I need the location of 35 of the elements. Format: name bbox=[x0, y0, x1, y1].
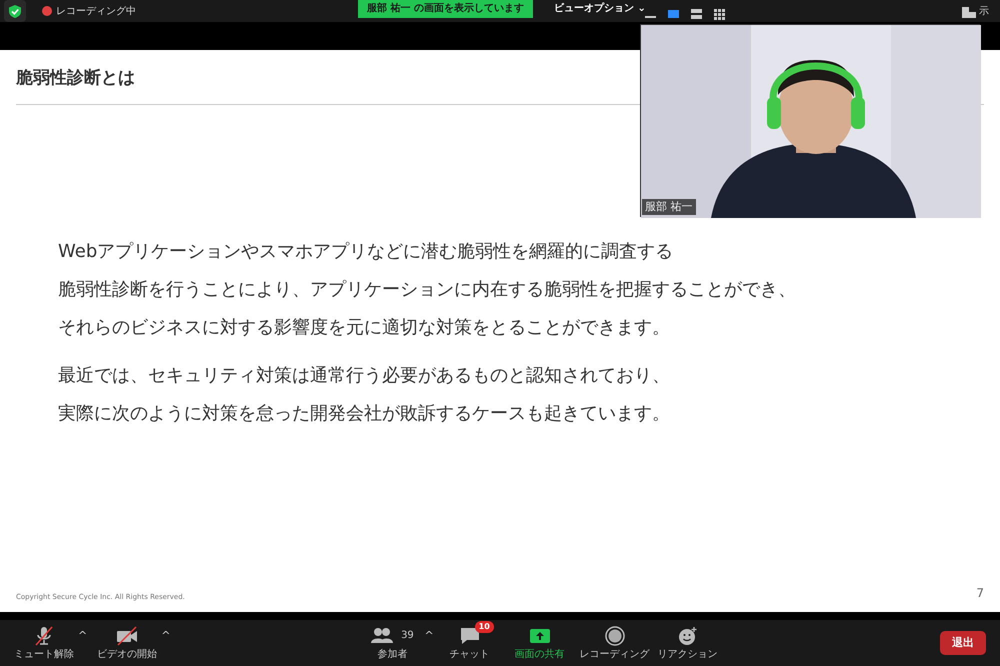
sharing-banner: 服部 祐一 の画面を表示しています bbox=[358, 0, 533, 18]
leave-button[interactable]: 退出 bbox=[940, 630, 986, 656]
record-icon bbox=[604, 626, 626, 646]
options-caret-button[interactable]: ^ bbox=[78, 628, 88, 644]
unread-count-badge: 10 bbox=[474, 620, 494, 632]
security-shield-icon[interactable] bbox=[9, 4, 21, 18]
slide-text-line: 実際に次のように対策を怠った開発会社が敗訴するケースも起きています。 bbox=[58, 402, 671, 426]
options-caret-button[interactable]: ^ bbox=[424, 628, 434, 644]
view-options-button[interactable]: ビューオプション ⌄ bbox=[548, 0, 652, 18]
layout-label[interactable]: 示 bbox=[979, 4, 989, 19]
page-number: 7 bbox=[976, 585, 984, 602]
chat-bubble-icon bbox=[458, 626, 481, 646]
slide-text-line: Webアプリケーションやスマホアプリなどに潜む脆弱性を網羅的に調査する bbox=[58, 240, 674, 264]
slide-text-line: 脆弱性診断を行うことにより、アプリケーションに内在する脆弱性を把握することができ、 bbox=[58, 278, 797, 302]
slide-text-line: 最近では、セキュリティ対策は通常行う必要があるものと認知されており、 bbox=[58, 364, 671, 388]
toolbar-button[interactable]: ミュート解除 bbox=[10, 624, 78, 662]
toolbar-button[interactable]: レコーディング bbox=[576, 624, 654, 662]
participant-name-tag: 服部 祐一 bbox=[642, 198, 696, 215]
recording-dot-icon bbox=[42, 6, 52, 16]
slide-title: 脆弱性診断とは bbox=[14, 67, 136, 90]
toolbar-button[interactable]: 画面の共有 bbox=[508, 624, 572, 662]
recording-status: レコーディング中 bbox=[56, 4, 136, 18]
gallery-grid-icon[interactable] bbox=[713, 8, 726, 20]
toolbar-button[interactable]: ビデオの開始 bbox=[93, 624, 162, 662]
picture-in-picture-icon[interactable] bbox=[962, 7, 976, 18]
muted-microphone-icon bbox=[33, 626, 55, 646]
options-caret-button[interactable]: ^ bbox=[161, 628, 170, 644]
toolbar-button[interactable]: リアクション bbox=[654, 624, 722, 662]
slide-text-line: それらのビジネスに対する影響度を元に適切な対策をとることができます。 bbox=[58, 316, 671, 340]
side-by-side-icon[interactable] bbox=[690, 8, 703, 20]
smiley-plus-icon bbox=[676, 626, 699, 646]
video-off-icon bbox=[116, 626, 138, 646]
toolbar-button[interactable]: 39 参加者 bbox=[360, 624, 424, 662]
participants-icon bbox=[371, 626, 394, 646]
speaker-view-icon[interactable] bbox=[667, 8, 680, 20]
